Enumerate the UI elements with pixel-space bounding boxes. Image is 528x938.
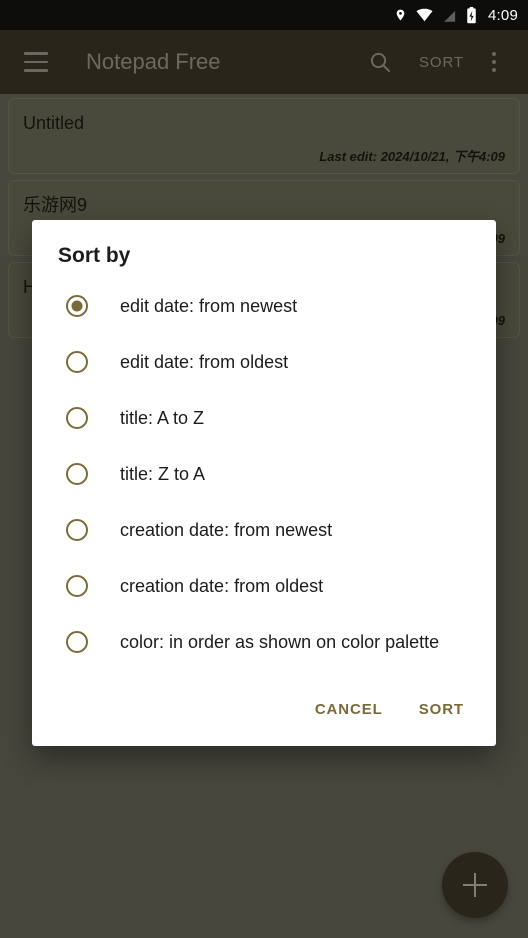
sort-options-group: edit date: from newest edit date: from o… (32, 274, 496, 685)
sort-option-creation-date-newest[interactable]: creation date: from newest (58, 502, 470, 558)
sort-option-label: edit date: from oldest (120, 351, 289, 372)
signal-off-icon (442, 8, 457, 23)
radio-button[interactable] (66, 519, 88, 541)
radio-button[interactable] (66, 575, 88, 597)
sort-option-label: creation date: from newest (120, 519, 333, 540)
sort-option-label: color: in order as shown on color palett… (120, 631, 440, 652)
battery-charging-icon (466, 6, 477, 24)
sort-option-label: title: A to Z (120, 407, 205, 428)
radio-button[interactable] (66, 351, 88, 373)
radio-button[interactable] (66, 631, 88, 653)
sort-confirm-button[interactable]: SORT (405, 691, 478, 728)
dialog-title: Sort by (58, 244, 131, 267)
status-bar-time: 4:09 (488, 6, 518, 24)
sort-option-label: creation date: from oldest (120, 575, 324, 596)
location-pin-icon (394, 7, 407, 23)
cancel-button[interactable]: CANCEL (301, 691, 397, 728)
radio-button-selected[interactable] (66, 295, 88, 317)
sort-option-label: title: Z to A (120, 463, 206, 484)
sort-option-edit-date-newest[interactable]: edit date: from newest (58, 278, 470, 334)
radio-button[interactable] (66, 407, 88, 429)
sort-option-label: edit date: from newest (120, 295, 298, 316)
sort-option-title-z-a[interactable]: title: Z to A (58, 446, 470, 502)
sort-option-title-a-z[interactable]: title: A to Z (58, 390, 470, 446)
sort-option-color-palette[interactable]: color: in order as shown on color palett… (58, 614, 470, 670)
status-bar: 4:09 (0, 0, 528, 30)
radio-button[interactable] (66, 463, 88, 485)
dialog-actions: CANCEL SORT (32, 685, 496, 746)
sort-option-edit-date-oldest[interactable]: edit date: from oldest (58, 334, 470, 390)
sort-by-dialog: Sort by edit date: from newest edit date… (32, 220, 496, 746)
sort-option-creation-date-oldest[interactable]: creation date: from oldest (58, 558, 470, 614)
wifi-icon (416, 8, 433, 22)
